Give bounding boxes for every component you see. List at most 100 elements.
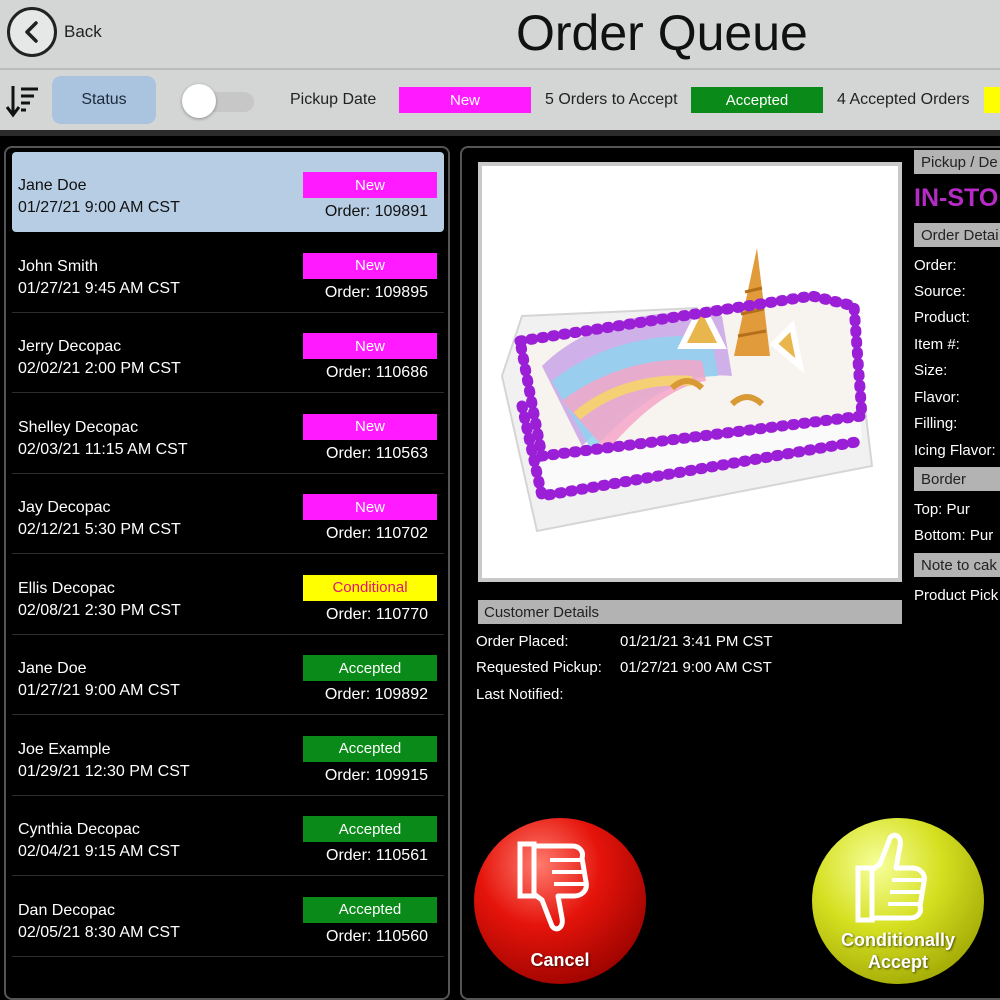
order-number: Order: 110686 (326, 364, 428, 381)
order-number: Order: 109895 (324, 283, 428, 301)
pickup-datetime: 01/27/21 9:00 AM CST (18, 682, 180, 699)
field-filling: Filling: (914, 415, 958, 432)
pickup-date-sort-label[interactable]: Pickup Date (290, 91, 376, 109)
customer-details-header: Customer Details (478, 600, 902, 624)
accept-label: Accept (867, 952, 929, 972)
order-detail-panel: Customer Details Order Placed: 01/21/21 … (460, 146, 1000, 1000)
pickup-datetime: 02/12/21 5:30 PM CST (18, 521, 181, 538)
status-badge: Accepted (303, 735, 437, 762)
pickup-datetime: 01/27/21 9:00 AM CST (18, 199, 180, 216)
conditionally-label: Conditionally (841, 930, 955, 950)
order-row[interactable]: John Smith 01/27/21 9:45 AM CST New Order: … (12, 233, 444, 313)
status-badge: New (303, 333, 437, 359)
pickup-type: IN-STO (914, 184, 999, 212)
order-row[interactable]: Jane Doe 01/27/21 9:00 AM CST Accepted Orde… (12, 635, 444, 715)
order-number: Order: 109915 (324, 766, 428, 784)
customer-name: Jane Doe (18, 177, 87, 194)
status-sort-button[interactable]: Status (52, 76, 156, 124)
order-number: Order: 110560 (326, 927, 428, 945)
thumbs-up-icon (855, 832, 927, 923)
app-header: Back Order Queue (0, 0, 1000, 68)
customer-name: Cynthia Decopac (18, 821, 140, 838)
product-image (478, 162, 902, 582)
requested-pickup-value: 01/27/21 9:00 AM CST (620, 659, 772, 676)
cancel-label: Cancel (530, 950, 590, 970)
order-row[interactable]: Jane Doe 01/27/21 9:00 AM CST New Order: 10… (12, 152, 444, 232)
border-top: Top: Pur (914, 501, 970, 518)
filter-toolbar: Status Pickup Date New 5 Orders to Accep… (0, 68, 1000, 130)
sort-toggle[interactable] (182, 84, 256, 118)
order-number: Order: 110702 (326, 525, 428, 542)
status-badge: Conditional (303, 574, 437, 601)
order-number: Order: 109892 (324, 686, 428, 703)
status-badge: New (303, 252, 437, 279)
status-badge: New (303, 413, 437, 440)
order-row[interactable]: Dan Decopac 02/05/21 8:30 AM CST Accepted O… (12, 877, 444, 957)
legend-accepted-count: 4 Accepted Orders (837, 91, 970, 108)
status-badge: Accepted (303, 655, 437, 681)
cancel-button[interactable]: Cancel (474, 818, 646, 984)
back-button[interactable] (7, 7, 57, 57)
field-flavor: Flavor: (914, 389, 960, 406)
legend-new-count: 5 Orders to Accept (545, 91, 678, 108)
order-placed-value: 01/21/21 3:41 PM CST (620, 633, 773, 650)
status-badge: Accepted (303, 896, 437, 923)
order-row[interactable]: Jerry Decopac 02/02/21 2:00 PM CST New Orde… (12, 313, 444, 393)
order-number: Order: 110770 (326, 605, 428, 623)
pickup-datetime: 02/03/21 11:15 AM CST (18, 440, 188, 458)
customer-name: Dan Decopac (18, 901, 115, 919)
last-notified-label: Last Notified: (476, 686, 564, 703)
page-title: Order Queue (516, 5, 808, 61)
legend-conditional-swatch[interactable] (984, 87, 1000, 113)
customer-name: Jerry Decopac (18, 338, 122, 355)
field-order: Order: (914, 257, 957, 274)
order-placed-label: Order Placed: (476, 633, 569, 650)
order-details-header: Order Detai (914, 223, 1000, 247)
requested-pickup-label: Requested Pickup: (476, 659, 602, 676)
sort-icon[interactable] (4, 84, 40, 118)
pickup-datetime: 01/27/21 9:45 AM CST (18, 279, 180, 297)
customer-name: Joe Example (18, 740, 111, 758)
pickup-datetime: 02/05/21 8:30 AM CST (18, 923, 180, 941)
field-icing-flavor: Icing Flavor: (914, 442, 996, 459)
status-badge: New (303, 494, 437, 520)
header-divider (0, 130, 1000, 136)
field-product: Product: (914, 309, 970, 326)
pickup-delivery-header: Pickup / De (914, 150, 1000, 174)
order-row[interactable]: Jay Decopac 02/12/21 5:30 PM CST New Order:… (12, 474, 444, 554)
border-bottom: Bottom: Pur (914, 527, 994, 544)
order-number: Order: 110561 (326, 847, 428, 864)
field-size: Size: (914, 362, 948, 379)
pickup-datetime: 02/04/21 9:15 AM CST (18, 843, 180, 860)
chevron-left-icon (25, 21, 38, 43)
status-badge: Accepted (303, 816, 437, 842)
order-row[interactable]: Joe Example 01/29/21 12:30 PM CST Accepted… (12, 716, 444, 796)
note-to-decorator-header: Note to cak (914, 553, 1000, 577)
order-row[interactable]: Cynthia Decopac 02/04/21 9:15 AM CST Accep… (12, 796, 444, 876)
field-source: Source: (914, 283, 966, 300)
field-item-number: Item #: (914, 336, 960, 353)
customer-name: Shelley Decopac (18, 418, 139, 436)
pickup-datetime: 01/29/21 12:30 PM CST (18, 762, 190, 780)
border-header: Border (914, 467, 1000, 491)
pickup-datetime: 02/08/21 2:30 PM CST (18, 601, 181, 619)
customer-name: Ellis Decopac (18, 579, 115, 597)
order-list: Jane Doe 01/27/21 9:00 AM CST New Order: 10… (4, 146, 450, 1000)
back-label[interactable]: Back (64, 22, 102, 42)
conditionally-accept-button[interactable]: Conditionally Accept (812, 818, 984, 984)
order-row[interactable]: Ellis Decopac 02/08/21 2:30 PM CST Conditi… (12, 555, 444, 635)
customer-name: Jay Decopac (18, 499, 111, 516)
order-row[interactable]: Shelley Decopac 02/03/21 11:15 AM CST New O… (12, 394, 444, 474)
order-number: Order: 110563 (326, 444, 428, 462)
legend-accepted-swatch[interactable]: Accepted (691, 87, 823, 113)
status-badge: New (303, 172, 437, 198)
pickup-datetime: 02/02/21 2:00 PM CST (18, 360, 181, 377)
legend-new-swatch[interactable]: New (399, 87, 531, 113)
unicorn-cake-illustration (500, 248, 874, 533)
customer-name: Jane Doe (18, 660, 87, 677)
toggle-knob (182, 84, 216, 118)
thumbs-down-icon (517, 841, 589, 932)
order-number: Order: 109891 (324, 203, 428, 220)
customer-name: John Smith (18, 257, 99, 275)
product-pick: Product Pick (914, 587, 999, 604)
